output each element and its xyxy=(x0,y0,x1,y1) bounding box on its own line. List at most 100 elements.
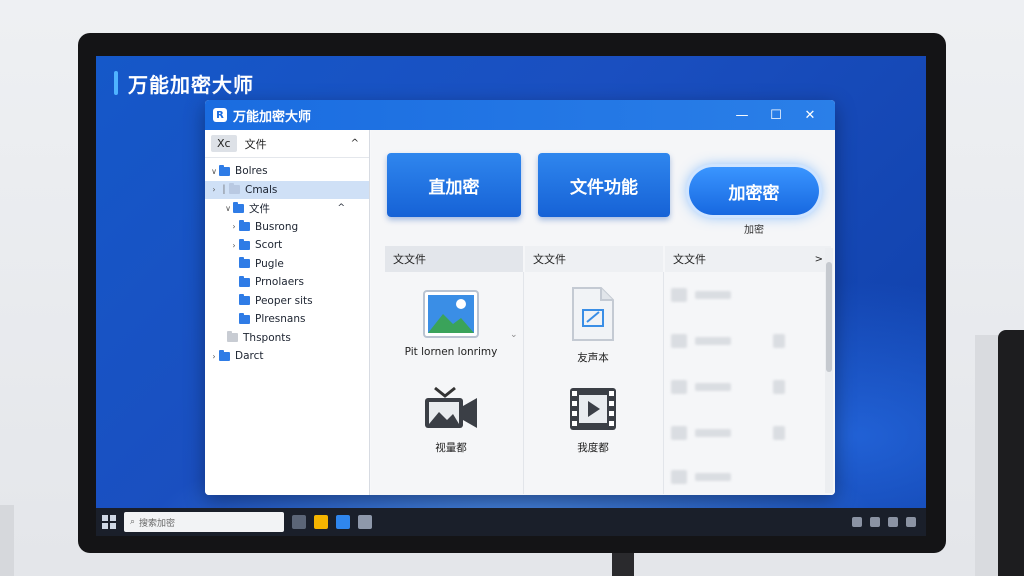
search-placeholder: 搜索加密 xyxy=(139,518,176,529)
network-icon[interactable] xyxy=(852,517,862,527)
folder-icon xyxy=(219,164,230,176)
blurred-file-item xyxy=(671,426,785,440)
expand-arrow-icon[interactable]: ∨ xyxy=(209,167,219,176)
main-content: 直加密 文件功能 加密密 加密 文文件 文文件 文文件 > Pit lornen… xyxy=(371,130,835,495)
tree-item-label: Thsponts xyxy=(243,331,291,344)
column-divider xyxy=(523,272,524,494)
sidebar-header-pill[interactable]: Xc xyxy=(211,135,237,152)
tree-item[interactable]: Plresnans xyxy=(205,310,369,329)
tree-item-label: Plresnans xyxy=(255,313,306,326)
folder-icon xyxy=(239,238,250,250)
expand-arrow-icon[interactable]: › xyxy=(229,222,239,231)
file-functions-button[interactable]: 文件功能 xyxy=(538,153,670,217)
chevron-right-icon[interactable]: > xyxy=(815,254,823,265)
folder-icon xyxy=(227,331,238,343)
app-taskbar-icon[interactable] xyxy=(336,515,350,529)
blurred-file-item xyxy=(671,470,731,484)
collapse-chevron-icon[interactable]: ^ xyxy=(337,203,345,213)
file-item-label: 视量都 xyxy=(435,442,467,454)
app-window: R 万能加密大师 — ☐ ✕ Xc 文件 ^ ∨ Bolres › │ Cmal… xyxy=(205,100,835,495)
encrypt-caption: 加密 xyxy=(744,225,764,236)
tree-item[interactable]: Pugle xyxy=(205,255,369,274)
expand-arrow-icon[interactable]: › xyxy=(229,241,239,250)
file-item-label: 友声本 xyxy=(577,352,609,364)
start-menu-icon[interactable] xyxy=(102,515,116,529)
sidebar: Xc 文件 ^ ∨ Bolres › │ Cmals ∨ 文件 ^ › Busr… xyxy=(205,130,370,495)
minimize-button[interactable]: — xyxy=(725,108,759,123)
tree-item[interactable]: Thsponts xyxy=(205,329,369,348)
volume-icon[interactable] xyxy=(870,517,880,527)
column-divider xyxy=(663,272,664,494)
tree-item-label: Pugle xyxy=(255,257,284,270)
tree-item[interactable]: › Busrong xyxy=(205,218,369,237)
folder-icon xyxy=(239,312,250,324)
file-item[interactable]: 我度都 xyxy=(529,386,657,455)
taskbar-search[interactable]: ⌕ 搜索加密 xyxy=(124,512,284,532)
video-camera-icon xyxy=(425,386,477,428)
monitor-stand xyxy=(612,553,634,576)
notification-icon[interactable] xyxy=(906,517,916,527)
chevron-down-icon[interactable]: ⌄ xyxy=(510,330,518,340)
tree-connector: │ xyxy=(221,185,227,195)
folder-icon xyxy=(219,349,230,361)
collapse-chevron-icon[interactable]: ^ xyxy=(351,138,359,149)
search-icon: ⌕ xyxy=(130,517,136,527)
blurred-file-item xyxy=(671,380,785,394)
maximize-button[interactable]: ☐ xyxy=(759,108,793,123)
file-item[interactable]: 视量都 xyxy=(389,386,513,455)
blurred-file-item xyxy=(671,334,785,348)
folder-icon xyxy=(239,275,250,287)
vertical-scrollbar[interactable] xyxy=(825,248,833,493)
store-icon[interactable] xyxy=(358,515,372,529)
encrypt-button[interactable]: 加密密 xyxy=(689,167,819,215)
window-title: 万能加密大师 xyxy=(233,109,312,125)
tree-item[interactable]: Peoper sits xyxy=(205,292,369,311)
tree-item-label: Busrong xyxy=(255,220,299,233)
folder-tree: ∨ Bolres › │ Cmals ∨ 文件 ^ › Busrong › Sc… xyxy=(205,158,369,366)
tree-item[interactable]: ∨ 文件 ^ xyxy=(205,199,369,218)
file-item[interactable]: 友声本 xyxy=(529,286,657,365)
expand-arrow-icon[interactable]: › xyxy=(209,185,219,194)
tree-item-label: Scort xyxy=(255,239,283,252)
sidebar-header-label: 文件 xyxy=(244,137,267,151)
tree-item-selected[interactable]: › │ Cmals xyxy=(205,180,369,199)
scrollbar-thumb[interactable] xyxy=(826,262,832,372)
tree-item[interactable]: › Scort xyxy=(205,236,369,255)
column-header[interactable]: 文文件 xyxy=(525,246,663,272)
file-grid-header: 文文件 文文件 文文件 > xyxy=(385,246,831,272)
column-header[interactable]: 文文件 > xyxy=(665,246,831,272)
tree-item-label: Darct xyxy=(235,350,264,363)
tree-item-label: 文件 xyxy=(249,202,270,215)
folder-icon xyxy=(239,220,250,232)
secondary-monitor xyxy=(998,330,1024,576)
document-edit-icon xyxy=(572,287,614,341)
desktop-screen: 万能加密大师 R 万能加密大师 — ☐ ✕ Xc 文件 ^ ∨ Bolres ›… xyxy=(96,56,926,536)
tree-item-label: Prnolaers xyxy=(255,276,304,289)
battery-icon[interactable] xyxy=(888,517,898,527)
folder-icon xyxy=(229,183,240,195)
tree-item[interactable]: ∨ Bolres xyxy=(205,162,369,181)
direct-encrypt-button[interactable]: 直加密 xyxy=(387,153,521,217)
column-header-label: 文文件 xyxy=(673,253,706,266)
expand-arrow-icon[interactable]: ∨ xyxy=(223,204,233,213)
close-button[interactable]: ✕ xyxy=(793,108,827,123)
column-header[interactable]: 文文件 xyxy=(385,246,523,272)
video-play-icon xyxy=(570,388,616,430)
folder-icon xyxy=(239,294,250,306)
expand-arrow-icon[interactable]: › xyxy=(209,352,219,361)
tree-item[interactable]: Prnolaers xyxy=(205,273,369,292)
file-item-label: 我度都 xyxy=(577,442,609,454)
window-titlebar[interactable]: R 万能加密大师 — ☐ ✕ xyxy=(205,100,835,130)
tree-item-label: Cmals xyxy=(245,183,278,196)
task-view-icon[interactable] xyxy=(292,515,306,529)
image-icon xyxy=(423,290,479,338)
file-item[interactable]: Pit lornen lonrimy xyxy=(389,290,513,358)
file-explorer-icon[interactable] xyxy=(314,515,328,529)
folder-icon xyxy=(233,201,244,213)
tree-item[interactable]: › Darct xyxy=(205,347,369,366)
blurred-file-item xyxy=(671,288,731,302)
taskbar: ⌕ 搜索加密 xyxy=(96,508,926,536)
tree-item-label: Peoper sits xyxy=(255,294,313,307)
tree-item-label: Bolres xyxy=(235,165,268,178)
system-tray xyxy=(852,517,926,527)
